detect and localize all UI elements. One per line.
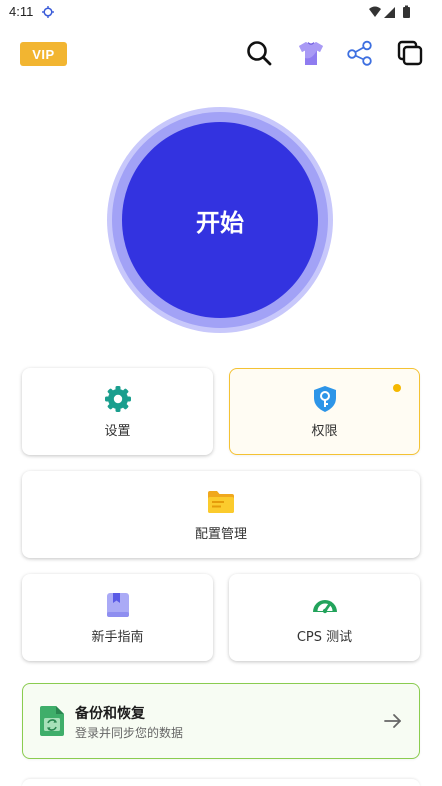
- beginner-guide-tile[interactable]: 新手指南: [22, 574, 213, 661]
- shield-key-icon: [313, 386, 336, 412]
- gear-icon: [104, 386, 131, 412]
- cps-test-tile[interactable]: CPS 测试: [229, 574, 420, 661]
- folder-icon: [208, 491, 234, 513]
- beginner-guide-label: 新手指南: [91, 630, 144, 645]
- settings-label: 设置: [104, 424, 131, 439]
- backup-file-icon: [40, 706, 64, 736]
- search-icon: [247, 41, 272, 66]
- status-bar: 4:11: [0, 0, 442, 26]
- vip-badge[interactable]: VIP: [20, 42, 67, 66]
- signal-icon: [384, 7, 395, 18]
- share-button[interactable]: [345, 38, 375, 68]
- share-icon: [347, 40, 372, 66]
- config-management-label: 配置管理: [194, 527, 247, 542]
- wifi-icon: [369, 6, 381, 17]
- start-button[interactable]: 开始: [122, 122, 318, 318]
- config-management-tile[interactable]: 配置管理: [22, 471, 420, 558]
- status-time: 4:11: [9, 4, 34, 19]
- window-button[interactable]: [395, 38, 425, 68]
- cps-test-label: CPS 测试: [296, 630, 353, 645]
- backup-title: 备份和恢复: [75, 706, 145, 722]
- copy-icon: [397, 40, 423, 66]
- location-status-icon: [42, 6, 54, 18]
- notification-dot: [393, 384, 401, 392]
- search-button[interactable]: [244, 38, 274, 68]
- arrow-right-icon: [384, 714, 401, 728]
- settings-tile[interactable]: 设置: [22, 368, 213, 455]
- system-status-icons: [369, 5, 410, 18]
- tshirt-icon: [299, 42, 323, 65]
- next-card-peek: [22, 779, 420, 786]
- bookmark-icon: [106, 593, 129, 617]
- speedometer-icon: [312, 600, 337, 614]
- backup-subtitle: 登录并同步您的数据: [75, 726, 184, 740]
- backup-restore-card[interactable]: 备份和恢复 登录并同步您的数据: [22, 683, 420, 759]
- permissions-tile[interactable]: 权限: [229, 368, 420, 455]
- battery-icon: [403, 7, 410, 18]
- permissions-label: 权限: [311, 424, 338, 439]
- theme-button[interactable]: [296, 38, 326, 68]
